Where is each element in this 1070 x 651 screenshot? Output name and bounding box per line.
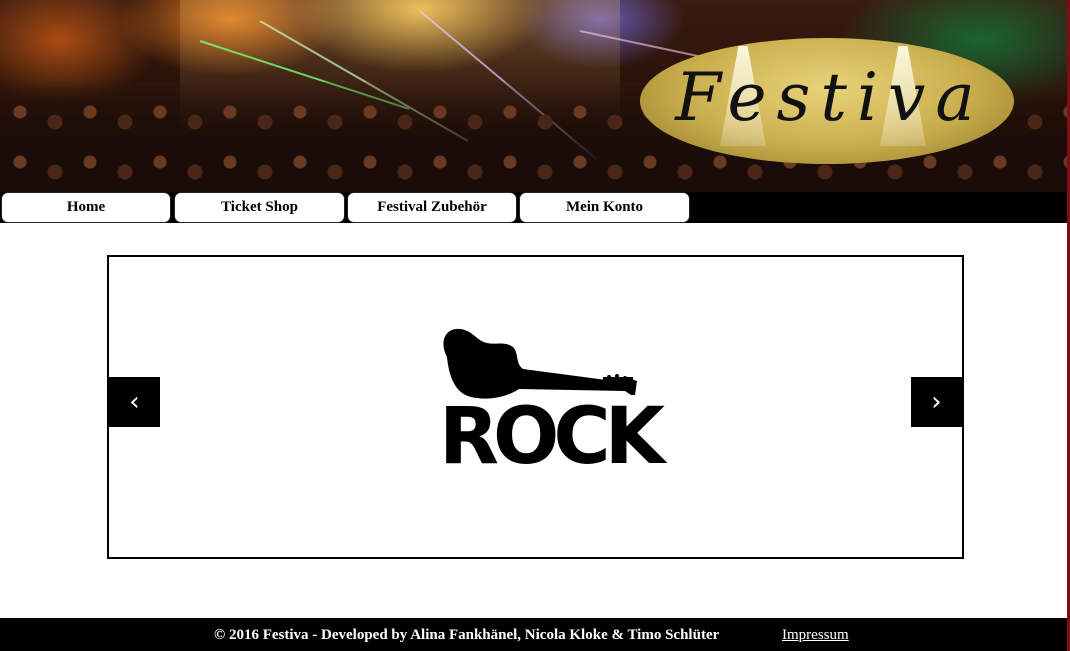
impressum-link[interactable]: Impressum (782, 627, 849, 644)
image-slider: ‹ › ROCK (107, 255, 964, 559)
nav-item-festival-zubehoer[interactable]: Festival Zubehör (347, 192, 517, 223)
main-navigation: Home Ticket Shop Festival Zubehör Mein K… (0, 192, 1067, 223)
site-logo[interactable]: Festiva (660, 48, 1000, 148)
footer: © 2016 Festiva - Developed by Alina Fank… (0, 618, 1067, 651)
rock-logo-text: ROCK (439, 392, 665, 482)
guitar-icon (443, 328, 637, 399)
nav-item-ticket-shop[interactable]: Ticket Shop (174, 192, 345, 223)
nav-item-mein-konto[interactable]: Mein Konto (519, 192, 690, 223)
footer-copyright: © 2016 Festiva - Developed by Alina Fank… (214, 627, 720, 643)
nav-item-home[interactable]: Home (1, 192, 171, 223)
header-banner: Festiva (0, 0, 1067, 192)
